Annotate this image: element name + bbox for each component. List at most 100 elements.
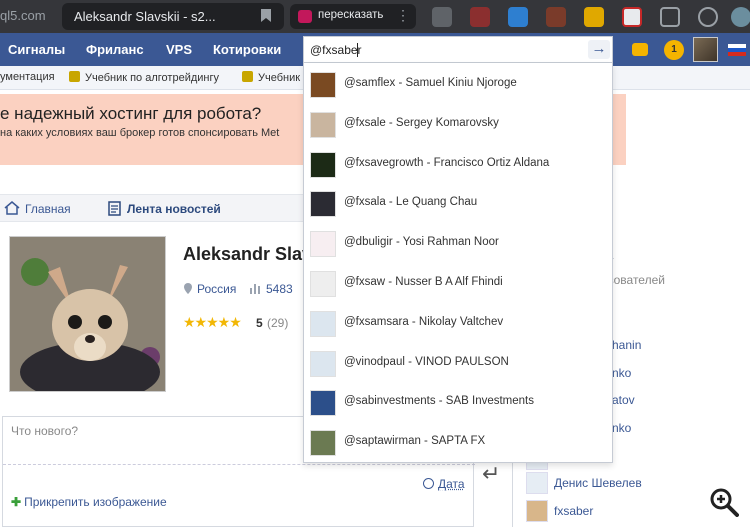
bar-chart-icon xyxy=(250,284,260,294)
home-icon xyxy=(4,201,20,215)
clock-icon xyxy=(423,478,434,489)
suggestion-avatar xyxy=(310,151,336,178)
arrow-right-icon[interactable]: → xyxy=(588,40,610,59)
suggestion-avatar xyxy=(310,231,336,258)
bookmark-algotrading[interactable]: Учебник по алготрейдингу xyxy=(69,71,219,84)
breadcrumb-current: Лента новостей xyxy=(127,202,221,216)
plus-icon: ✚ xyxy=(11,495,22,509)
text-caret xyxy=(357,43,358,57)
vpn-extension-icon[interactable] xyxy=(508,7,528,27)
attach-image-button[interactable]: ✚ Прикрепить изображение xyxy=(11,495,167,509)
suggestion-avatar xyxy=(310,72,336,98)
mascot-extension-icon[interactable] xyxy=(470,7,490,27)
date-button[interactable]: Дата xyxy=(423,477,465,491)
user-link[interactable]: nko xyxy=(612,366,631,380)
user-link[interactable]: Денис Шевелев xyxy=(554,476,642,490)
ad-title: е надежный хостинг для робота? xyxy=(0,104,262,123)
column-divider xyxy=(512,462,513,527)
dog-photo-image xyxy=(10,237,165,391)
suggestion-avatar xyxy=(310,111,336,138)
suggestion-item[interactable]: @samflex - Samuel Kiniu Njoroge xyxy=(304,64,612,104)
rating-value: 5 xyxy=(256,316,263,330)
bookmark-icon[interactable] xyxy=(260,8,272,23)
summarize-extension-button[interactable]: пересказать ⋮ xyxy=(290,4,416,29)
mascot2-extension-icon[interactable] xyxy=(546,7,566,27)
suggestion-label: @fxsaw - Nusser B A Alf Fhindi xyxy=(344,276,503,288)
user-link[interactable]: hanin xyxy=(612,338,641,352)
extensions-puzzle-icon[interactable] xyxy=(660,7,680,27)
location-pin-icon xyxy=(184,283,192,294)
suggestion-label: @fxsamsara - Nikolay Valtchev xyxy=(344,315,504,328)
suggestion-label: @sabinvestments - SAB Investments xyxy=(344,395,534,408)
suggestion-label: @dbuligir - Yosi Rahman Noor xyxy=(344,236,499,249)
list-extension-icon[interactable] xyxy=(622,7,642,27)
profile-name: Aleksandr Slav xyxy=(183,244,313,264)
suggestion-label: @vinodpaul - VINOD PAULSON xyxy=(344,355,509,368)
suggestion-item[interactable]: @saptawirman - SAPTA FX xyxy=(304,422,612,462)
profile-avatar-icon[interactable] xyxy=(731,7,750,27)
enter-arrow-icon: ↵ xyxy=(482,461,501,486)
video-summary-icon xyxy=(298,10,312,23)
percent-extension-icon[interactable] xyxy=(584,7,604,27)
suggestion-item[interactable]: @fxsale - Sergey Komarovsky xyxy=(304,104,612,144)
more-icon[interactable]: ⋮ xyxy=(396,7,410,24)
user-link[interactable]: nko xyxy=(612,421,631,435)
date-label: Дата xyxy=(438,477,465,491)
bookmark-label: Учебник по алготрейдингу xyxy=(85,72,219,84)
notification-badge[interactable]: 1 xyxy=(664,40,684,60)
suggestion-label: @samflex - Samuel Kiniu Njoroge xyxy=(344,77,517,89)
bookmark-tutorial[interactable]: Учебник xyxy=(242,71,300,84)
bookmark-label: Учебник xyxy=(258,72,301,84)
browser-tabbar: ql5.com Aleksandr Slavskii - s2... перес… xyxy=(0,0,750,33)
search-input[interactable]: @fxsaber → xyxy=(303,36,613,63)
suggestion-item[interactable]: @fxsala - Le Quang Chau xyxy=(304,183,612,223)
suggestion-item[interactable]: @vinodpaul - VINOD PAULSON xyxy=(304,343,612,383)
suggestion-item[interactable]: @dbuligir - Yosi Rahman Noor xyxy=(304,223,612,263)
profile-country[interactable]: Россия xyxy=(197,282,236,296)
split-view-icon[interactable] xyxy=(698,7,718,27)
suggestion-item[interactable]: @sabinvestments - SAB Investments xyxy=(304,382,612,422)
user-link[interactable]: atov xyxy=(612,393,635,407)
bookmark-docs[interactable]: ументация xyxy=(0,71,55,83)
chat-icon[interactable] xyxy=(632,43,648,56)
composer-divider xyxy=(3,464,475,465)
suggestion-avatar xyxy=(310,350,336,377)
search-query: @fxsaber xyxy=(310,43,362,57)
user-avatar[interactable] xyxy=(526,500,548,522)
summarize-label: пересказать xyxy=(318,9,384,21)
profile-photo[interactable] xyxy=(9,236,166,392)
suggestion-label: @fxsavegrowth - Francisco Ortiz Aldana xyxy=(344,156,550,169)
suggestion-item[interactable]: @fxsaw - Nusser B A Alf Fhindi xyxy=(304,263,612,303)
ad-subtitle: на каких условиях ваш брокер готов спонс… xyxy=(0,127,280,139)
tab-title: Aleksandr Slavskii - s2... xyxy=(74,9,216,24)
suggestion-avatar xyxy=(310,271,336,297)
suggestion-avatar xyxy=(310,191,336,218)
zoom-in-icon[interactable] xyxy=(709,487,739,517)
bookmark-favicon-icon xyxy=(69,71,80,82)
url-fragment[interactable]: ql5.com xyxy=(0,8,46,23)
active-tab[interactable]: Aleksandr Slavskii - s2... xyxy=(62,3,284,30)
suggestion-item[interactable]: @fxsavegrowth - Francisco Ortiz Aldana xyxy=(304,144,612,184)
suggestion-label: @fxsala - Le Quang Chau xyxy=(344,196,478,209)
composer-placeholder[interactable]: Что нового? xyxy=(11,424,78,438)
user-link[interactable]: fxsaber xyxy=(554,504,593,518)
suggestion-avatar xyxy=(310,430,336,457)
user-avatar[interactable] xyxy=(693,37,718,62)
suggestion-label: @saptawirman - SAPTA FX xyxy=(344,435,486,448)
profile-count[interactable]: 5483 xyxy=(266,282,293,296)
suggestion-item[interactable]: @fxsamsara - Nikolay Valtchev xyxy=(304,303,612,343)
send-button[interactable]: ↵ xyxy=(474,459,510,493)
breadcrumb-home-link[interactable]: Главная xyxy=(25,202,71,216)
bookmark-favicon-icon xyxy=(242,71,253,82)
user-avatar[interactable] xyxy=(526,472,548,494)
nav-quotes[interactable]: Котировки xyxy=(213,42,281,57)
nav-signals[interactable]: Сигналы xyxy=(8,42,65,57)
reviews-count[interactable]: (29) xyxy=(267,316,288,330)
nav-freelance[interactable]: Фриланс xyxy=(86,42,144,57)
shield-extension-icon[interactable] xyxy=(432,7,452,27)
search-suggestions-list: @samflex - Samuel Kiniu Njoroge @fxsale -… xyxy=(303,63,613,463)
nav-vps[interactable]: VPS xyxy=(166,42,192,57)
suggestion-avatar xyxy=(310,390,336,417)
rating-stars: ★★★★★ xyxy=(183,314,242,330)
language-flag-icon[interactable] xyxy=(728,44,746,56)
